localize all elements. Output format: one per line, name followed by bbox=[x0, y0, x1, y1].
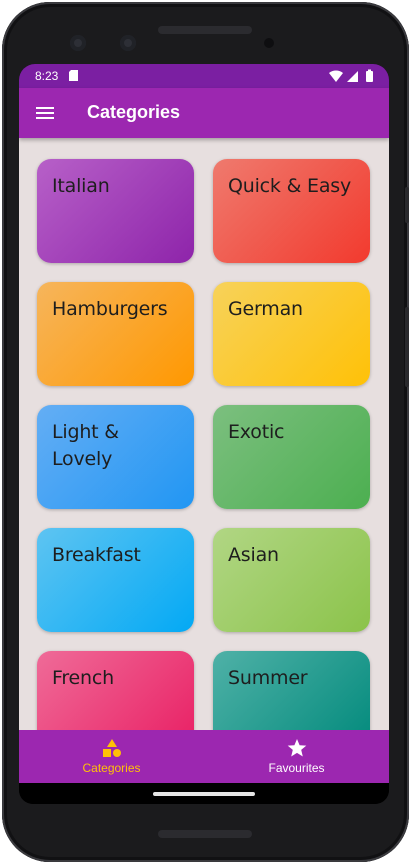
category-card-french[interactable]: French bbox=[37, 651, 194, 730]
battery-icon bbox=[366, 69, 373, 82]
category-label: Summer bbox=[228, 667, 308, 689]
signal-icon bbox=[347, 71, 358, 82]
volume-button bbox=[405, 187, 409, 223]
category-card-italian[interactable]: Italian bbox=[37, 159, 194, 263]
power-button bbox=[405, 307, 409, 387]
category-label: German bbox=[228, 298, 303, 320]
category-card-light-lovely[interactable]: Light & Lovely bbox=[37, 405, 194, 509]
top-speaker bbox=[158, 26, 252, 34]
phone-screen: 8:23 Categories Italian Quick & Easy Ham… bbox=[19, 64, 389, 804]
status-bar: 8:23 bbox=[19, 64, 389, 88]
category-label: Exotic bbox=[228, 421, 285, 443]
category-label: Light & Lovely bbox=[52, 421, 119, 470]
nav-label-categories: Categories bbox=[82, 761, 141, 775]
bottom-navigation: Categories Favourites bbox=[19, 730, 389, 783]
category-label: Hamburgers bbox=[52, 298, 168, 320]
category-shapes-icon bbox=[103, 739, 121, 757]
category-label: French bbox=[52, 667, 114, 689]
hamburger-menu-icon[interactable] bbox=[35, 104, 55, 122]
home-gesture-handle[interactable] bbox=[153, 792, 255, 796]
category-card-asian[interactable]: Asian bbox=[213, 528, 370, 632]
wifi-icon bbox=[329, 70, 343, 82]
category-grid-area[interactable]: Italian Quick & Easy Hamburgers German L… bbox=[19, 138, 389, 730]
category-card-quick-easy[interactable]: Quick & Easy bbox=[213, 159, 370, 263]
status-icons bbox=[329, 69, 373, 82]
page-title: Categories bbox=[87, 102, 181, 122]
category-label: Italian bbox=[52, 175, 110, 197]
proximity-sensor bbox=[264, 38, 274, 48]
nav-item-favourites[interactable]: Favourites bbox=[204, 730, 389, 783]
status-time: 8:23 bbox=[35, 69, 59, 83]
system-navigation-area bbox=[19, 783, 389, 804]
category-label: Quick & Easy bbox=[228, 175, 352, 197]
category-label: Breakfast bbox=[52, 544, 141, 566]
app-bar: Categories bbox=[19, 88, 389, 138]
nav-item-categories[interactable]: Categories bbox=[19, 730, 204, 783]
category-card-exotic[interactable]: Exotic bbox=[213, 405, 370, 509]
nav-label-favourites: Favourites bbox=[268, 761, 325, 775]
sd-card-icon bbox=[69, 70, 78, 81]
category-card-hamburgers[interactable]: Hamburgers bbox=[37, 282, 194, 386]
category-card-summer[interactable]: Summer bbox=[213, 651, 370, 730]
category-label: Asian bbox=[228, 544, 279, 566]
front-camera-right bbox=[120, 35, 136, 51]
bottom-speaker bbox=[158, 830, 252, 838]
category-card-breakfast[interactable]: Breakfast bbox=[37, 528, 194, 632]
front-camera-left bbox=[70, 35, 86, 51]
category-card-german[interactable]: German bbox=[213, 282, 370, 386]
phone-frame: 8:23 Categories Italian Quick & Easy Ham… bbox=[2, 2, 409, 862]
star-icon bbox=[287, 739, 307, 757]
